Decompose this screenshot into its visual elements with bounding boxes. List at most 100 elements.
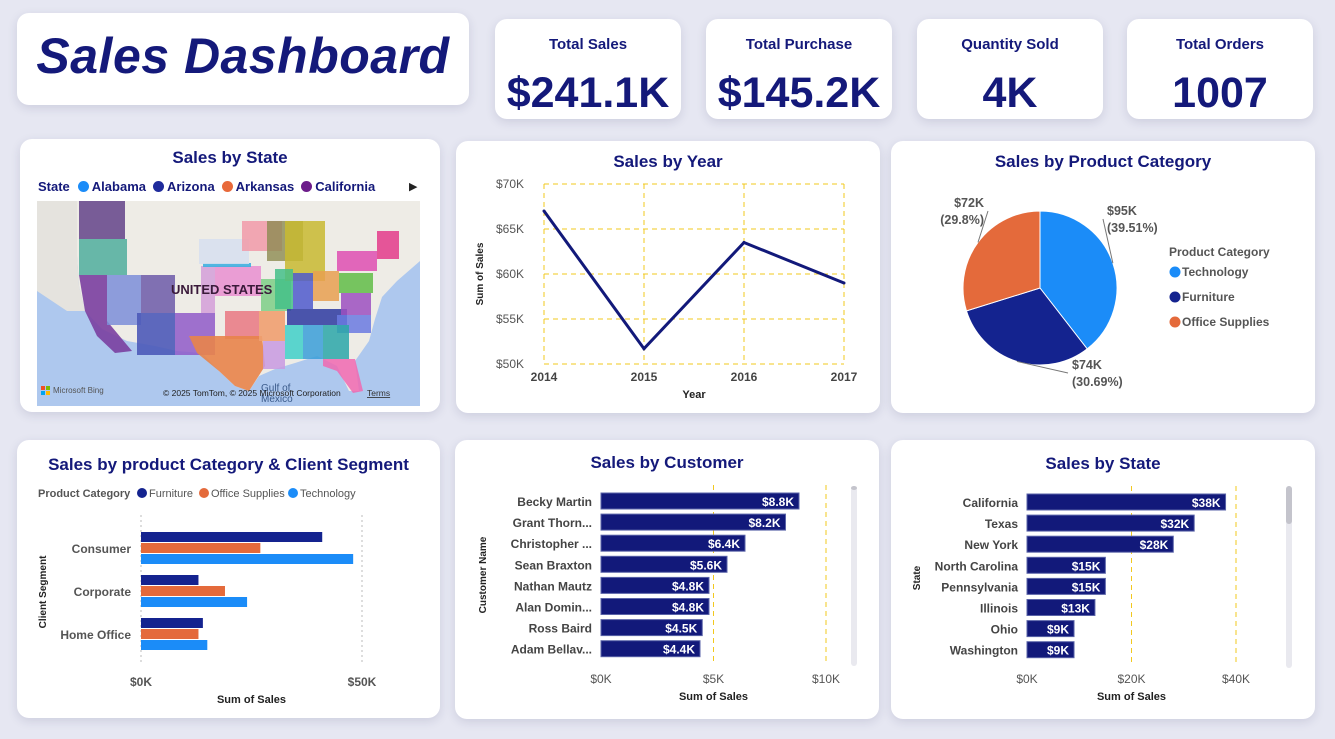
data-label: $38K	[1192, 496, 1221, 510]
data-label: $9K	[1047, 623, 1069, 637]
pie-data-label: $74K	[1072, 358, 1102, 372]
y-tick-label: Alan Domin...	[515, 601, 592, 615]
line-chart[interactable]: $50K $55K $60K $65K $70K 2014 2015 2016 2017 Year…	[456, 141, 880, 413]
pie-legend-item[interactable]: Office Supplies	[1182, 315, 1270, 329]
state-bar-chart[interactable]: $0K $20K $40K $38K California $32K Texas $28K Ne…	[891, 440, 1315, 719]
state-or[interactable]	[79, 239, 127, 275]
state-wa[interactable]	[79, 201, 125, 239]
pie-data-label: (30.69%)	[1072, 375, 1123, 389]
legend-dot-arkansas	[221, 181, 233, 192]
segment-bar-chart[interactable]: Product Category Furniture Office Supplies…	[17, 440, 440, 718]
state-ar[interactable]	[259, 311, 285, 341]
bar-furniture[interactable]	[141, 575, 199, 585]
kpi-value: $241.1K	[506, 69, 670, 117]
y-tick-label: $60K	[496, 267, 524, 281]
bar-furniture[interactable]	[141, 618, 203, 628]
x-tick-label: 2017	[831, 370, 858, 384]
kpi-value: 4K	[982, 69, 1038, 117]
pie-chart[interactable]: $95K (39.51%) $74K (30.69%) $72K (29.8%) Produ…	[891, 141, 1315, 413]
bar-office-supplies[interactable]	[141, 629, 199, 639]
x-tick-label: 2014	[531, 370, 558, 384]
map-card: Sales by State State Alabama Arizona Ark…	[20, 139, 440, 412]
state-sd[interactable]	[199, 239, 249, 264]
bing-logo-icon	[41, 391, 45, 395]
bar-furniture[interactable]	[141, 532, 323, 542]
y-tick-label: Grant Thorn...	[513, 516, 592, 530]
data-label: $5.6K	[690, 558, 722, 572]
y-tick-label: Ross Baird	[529, 622, 592, 636]
legend-dot	[1169, 316, 1181, 328]
state-az[interactable]	[137, 313, 175, 355]
bar-office-supplies[interactable]	[141, 586, 225, 596]
state-nv[interactable]	[107, 275, 141, 325]
sales-line[interactable]	[542, 210, 845, 352]
map-terms-link[interactable]: Terms	[367, 388, 390, 398]
kpi-total-purchase[interactable]: Total Purchase $145.2K	[706, 19, 892, 119]
state-la[interactable]	[263, 341, 285, 369]
pie-legend-item[interactable]: Furniture	[1182, 290, 1235, 304]
x-tick-label: $20K	[1117, 672, 1145, 686]
kpi-quantity-sold[interactable]: Quantity Sold 4K	[917, 19, 1103, 119]
data-label: $15K	[1072, 580, 1101, 594]
y-tick-label: Texas	[985, 517, 1018, 531]
kpi-value: $145.2K	[717, 69, 881, 117]
y-tick-label: Pennsylvania	[941, 580, 1018, 594]
y-tick-label: Sean Braxton	[515, 558, 592, 572]
data-label: $6.4K	[708, 537, 740, 551]
sales-by-year-card: Sales by Year $50K $55K $60K $65K $70K 2014 20…	[456, 141, 880, 413]
legend-item[interactable]: Technology	[300, 488, 356, 500]
bar-office-supplies[interactable]	[141, 543, 261, 553]
data-label: $4.4K	[663, 643, 695, 657]
x-tick-label: $50K	[348, 675, 377, 689]
state-oh[interactable]	[313, 271, 339, 301]
x-axis-label: Sum of Sales	[217, 694, 286, 706]
scrollbar-track[interactable]	[851, 486, 857, 666]
x-axis-label: Year	[682, 389, 706, 401]
state-ut[interactable]	[141, 275, 175, 313]
scrollbar-thumb[interactable]	[851, 486, 857, 490]
scrollbar-thumb[interactable]	[1286, 486, 1292, 524]
legend-item[interactable]: Office Supplies	[211, 488, 285, 500]
state-ga[interactable]	[323, 325, 349, 359]
y-tick-label: California	[963, 496, 1019, 510]
y-tick-label: $50K	[496, 357, 524, 371]
bing-logo-icon	[46, 386, 50, 390]
bar-technology[interactable]	[141, 554, 354, 564]
map-country-label: UNITED STATES	[171, 282, 273, 297]
kpi-total-sales[interactable]: Total Sales $241.1K	[495, 19, 681, 119]
us-map[interactable]: UNITED STATES Gulf of Mexico Microsoft B…	[37, 201, 420, 406]
bar-technology[interactable]	[141, 597, 248, 607]
state-al[interactable]	[303, 325, 323, 359]
x-axis-label: Sum of Sales	[1097, 691, 1166, 703]
state-in[interactable]	[293, 273, 313, 309]
data-point[interactable]	[642, 347, 646, 351]
data-point[interactable]	[542, 209, 546, 213]
state-new-england[interactable]	[377, 231, 399, 259]
map-legend: State Alabama Arizona Arkansas Californi…	[38, 179, 375, 194]
data-point[interactable]	[842, 281, 846, 285]
state-ok[interactable]	[225, 311, 259, 339]
state-va[interactable]	[341, 293, 371, 315]
data-point[interactable]	[742, 241, 746, 244]
sales-by-state-card: Sales by State $0K $20K $40K $38K California…	[891, 440, 1315, 719]
legend-item-california[interactable]: California	[315, 179, 375, 194]
kpi-total-orders[interactable]: Total Orders 1007	[1127, 19, 1313, 119]
state-ny[interactable]	[337, 251, 377, 271]
legend-item-arizona[interactable]: Arizona	[167, 179, 215, 194]
chevron-right-icon[interactable]: ▶	[409, 180, 417, 193]
state-ms[interactable]	[285, 325, 303, 359]
state-il[interactable]	[275, 269, 293, 309]
legend-item[interactable]: Furniture	[149, 488, 193, 500]
legend-item-arkansas[interactable]: Arkansas	[236, 179, 295, 194]
legend-item-alabama[interactable]: Alabama	[92, 179, 146, 194]
legend-dot	[137, 488, 147, 498]
state-pa[interactable]	[339, 273, 373, 293]
x-tick-label: $40K	[1222, 672, 1250, 686]
legend-dot	[1169, 266, 1181, 278]
pie-legend-item[interactable]: Technology	[1182, 265, 1249, 279]
pie-legend-title: Product Category	[1169, 245, 1270, 259]
bar-technology[interactable]	[141, 640, 208, 650]
customer-bar-chart[interactable]: $0K $5K $10K $8.8K Becky Martin $8.2K Grant Th…	[455, 440, 879, 719]
kpi-label: Total Purchase	[745, 36, 853, 53]
pie-data-label: $95K	[1107, 204, 1137, 218]
